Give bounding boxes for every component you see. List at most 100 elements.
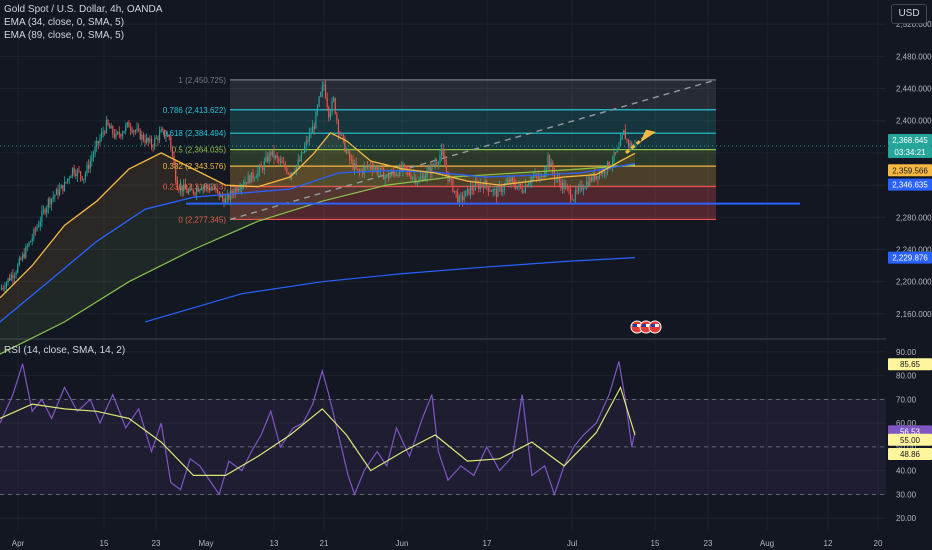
candle-body [300, 152, 302, 161]
candle-body [284, 163, 286, 169]
candle-body [565, 185, 567, 190]
candle-body [613, 152, 615, 162]
candle-body [287, 173, 290, 175]
candle-body [128, 122, 130, 128]
current-price-tag: 2,368.645 [892, 136, 928, 145]
candle-body [138, 128, 140, 130]
candle-body [167, 134, 169, 137]
candle-body [313, 126, 315, 129]
candle-body [88, 165, 90, 169]
ema34-legend[interactable]: EMA (34, close, 0, SMA, 5) [4, 17, 124, 28]
candle-body [490, 190, 493, 192]
candle-body [437, 162, 439, 164]
candle-body [10, 275, 12, 281]
candle-body [304, 146, 306, 153]
candle-body [163, 129, 165, 137]
candle-body [605, 171, 607, 173]
candle-body [141, 134, 143, 140]
candle-body [283, 163, 285, 165]
candle-body [99, 138, 101, 143]
candle-body [316, 105, 319, 113]
candle-body [20, 258, 22, 260]
candle-body [471, 186, 473, 190]
symbol-title[interactable]: Gold Spot / U.S. Dollar, 4h, OANDA [4, 4, 162, 15]
candle-body [320, 92, 322, 97]
candle-body [440, 148, 443, 156]
candle-body [71, 167, 74, 176]
candle-body [260, 166, 262, 168]
candle-body [78, 170, 80, 172]
candle-body [281, 160, 283, 164]
candle-body [463, 196, 465, 201]
rsi-legend[interactable]: RSI (14, close, SMA, 14, 2) [4, 345, 125, 356]
candle-body [457, 192, 459, 203]
rsi-tick-label: 90.00 [896, 348, 917, 357]
candle-body [499, 186, 501, 188]
candle-body [271, 150, 273, 156]
candle-body [160, 129, 162, 133]
candle-body [120, 134, 122, 137]
time-tick-label: 12 [824, 539, 833, 548]
candle-body [91, 157, 93, 161]
time-tick-label: 20 [874, 539, 883, 548]
candle-body [249, 175, 251, 183]
ema89-legend[interactable]: EMA (89, close, 0, SMA, 5) [4, 30, 124, 41]
candle-body [453, 190, 456, 192]
candle-body [70, 175, 72, 179]
candle-body [60, 185, 62, 189]
candle-body [50, 198, 53, 205]
candle-body [136, 128, 138, 131]
candle-body [84, 173, 87, 179]
chart-canvas[interactable]: 1 (2,450.725) 0.786 (2,413.622) 0.618 (2,3… [0, 0, 932, 550]
candle-body [81, 176, 83, 180]
candle-body [482, 185, 485, 189]
candle-body [586, 181, 588, 188]
candle-body [589, 177, 591, 186]
candle-body [618, 146, 620, 149]
candle-body [39, 221, 41, 226]
candle-body [266, 156, 269, 162]
candle-body [342, 134, 344, 139]
candle-body [244, 182, 246, 185]
candle-body [75, 173, 77, 177]
candle-body [331, 100, 333, 113]
trading-chart[interactable]: 1 (2,450.725) 0.786 (2,413.622) 0.618 (2,3… [0, 0, 932, 550]
candle-body [582, 188, 585, 191]
candle-body [442, 148, 444, 156]
candle-body [104, 132, 106, 134]
candle-body [445, 164, 448, 172]
candle-body [312, 126, 314, 134]
candle-body [497, 186, 499, 197]
candle-body [9, 278, 11, 281]
rsi-tick-label: 20.00 [896, 514, 917, 523]
candle-body [324, 84, 327, 98]
candle-body [121, 133, 124, 137]
candle-body [131, 129, 133, 133]
candle-body [94, 146, 96, 154]
fib-level-label: 1 (2,450.725) [178, 76, 226, 85]
candle-body [65, 181, 67, 183]
candle-body [46, 207, 48, 214]
ema89-price-tag: 2,346.635 [892, 181, 928, 190]
candle-body [146, 138, 148, 143]
candle-body [252, 172, 254, 179]
candle-body [263, 161, 265, 170]
candle-body [323, 84, 325, 87]
candle-body [337, 120, 340, 134]
candle-body [487, 186, 489, 191]
candle-body [555, 178, 557, 181]
candle-body [257, 171, 259, 177]
candle-body [468, 188, 470, 195]
candle-body [254, 178, 256, 180]
rsi-tick-label: 70.00 [896, 395, 917, 404]
candle-body [524, 184, 527, 192]
currency-button[interactable]: USD [891, 4, 927, 24]
candle-body [41, 211, 43, 222]
candle-body [478, 183, 480, 190]
candle-body [157, 137, 159, 141]
candle-body [449, 177, 451, 182]
candle-body [279, 160, 282, 162]
candle-body [67, 178, 69, 182]
candle-body [528, 184, 530, 187]
candle-body [516, 186, 518, 189]
